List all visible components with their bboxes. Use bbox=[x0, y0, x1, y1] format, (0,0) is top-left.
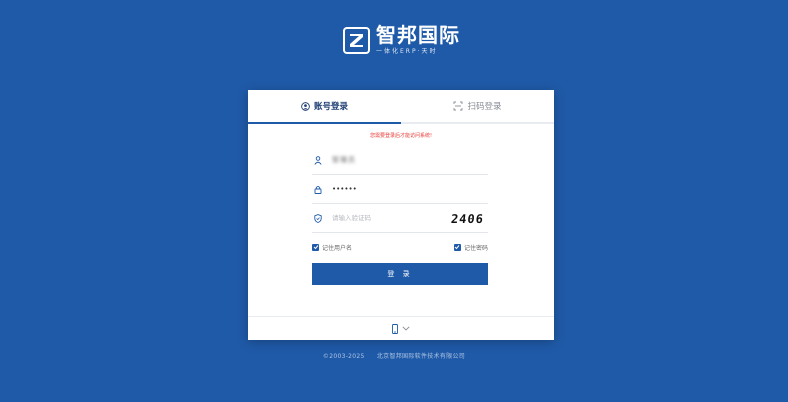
logo-z-icon bbox=[343, 26, 370, 54]
user-icon bbox=[314, 155, 328, 165]
card-footer bbox=[248, 316, 554, 340]
brand-logo: 智邦国际 一体化ERP·天时 bbox=[343, 24, 460, 56]
captcha-image[interactable]: 2406 bbox=[450, 212, 484, 226]
brand-slogan: 一体化ERP·天时 bbox=[376, 48, 438, 55]
copyright-company: 北京智邦国际软件技术有限公司 bbox=[376, 353, 466, 360]
tab-qr-login-label: 扫码登录 bbox=[467, 102, 502, 112]
shield-icon bbox=[314, 213, 328, 223]
password-value: •••••• bbox=[332, 185, 357, 193]
qr-scan-icon bbox=[453, 101, 463, 111]
remember-password-checkbox[interactable]: 记住密码 bbox=[453, 243, 488, 252]
username-value: 管理员 bbox=[332, 156, 356, 164]
login-tabs: 账号登录 扫码登录 bbox=[248, 90, 554, 124]
copyright: ©2003-2025 北京智邦国际软件技术有限公司 bbox=[0, 351, 788, 360]
tab-qr-login[interactable]: 扫码登录 bbox=[401, 90, 554, 122]
chevron-down-icon bbox=[402, 326, 410, 331]
tab-account-login[interactable]: 账号登录 bbox=[248, 90, 401, 122]
brand-name: 智邦国际 bbox=[376, 23, 460, 47]
username-field[interactable]: 管理员 bbox=[312, 146, 488, 175]
login-notice: 您需要登录后才能访问系统! bbox=[369, 133, 432, 139]
mobile-phone-icon bbox=[392, 319, 398, 338]
active-tab-indicator bbox=[248, 122, 401, 124]
lock-icon bbox=[314, 185, 328, 194]
tab-account-login-label: 账号登录 bbox=[313, 102, 348, 112]
password-field[interactable]: •••••• bbox=[312, 175, 488, 204]
checkbox-checked-icon bbox=[312, 243, 319, 251]
captcha-field[interactable]: 2406 bbox=[312, 204, 488, 233]
login-form: 管理员 •••••• 2406 bbox=[312, 146, 488, 285]
remember-options: 记住用户名 记住密码 bbox=[312, 240, 488, 254]
copyright-year: ©2003-2025 bbox=[322, 353, 365, 360]
remember-username-checkbox[interactable]: 记住用户名 bbox=[312, 243, 352, 252]
mobile-login-toggle[interactable] bbox=[392, 319, 410, 338]
captcha-input[interactable] bbox=[332, 214, 442, 222]
remember-username-label: 记住用户名 bbox=[322, 244, 353, 252]
login-card: 账号登录 扫码登录 您需要登录后才能访问系统! 管理员 •••••• 请输入验证… bbox=[248, 90, 554, 340]
user-circle-icon bbox=[301, 101, 310, 111]
login-button[interactable]: 登 录 bbox=[312, 263, 488, 285]
remember-password-label: 记住密码 bbox=[463, 244, 488, 252]
checkbox-checked-icon bbox=[453, 243, 461, 251]
